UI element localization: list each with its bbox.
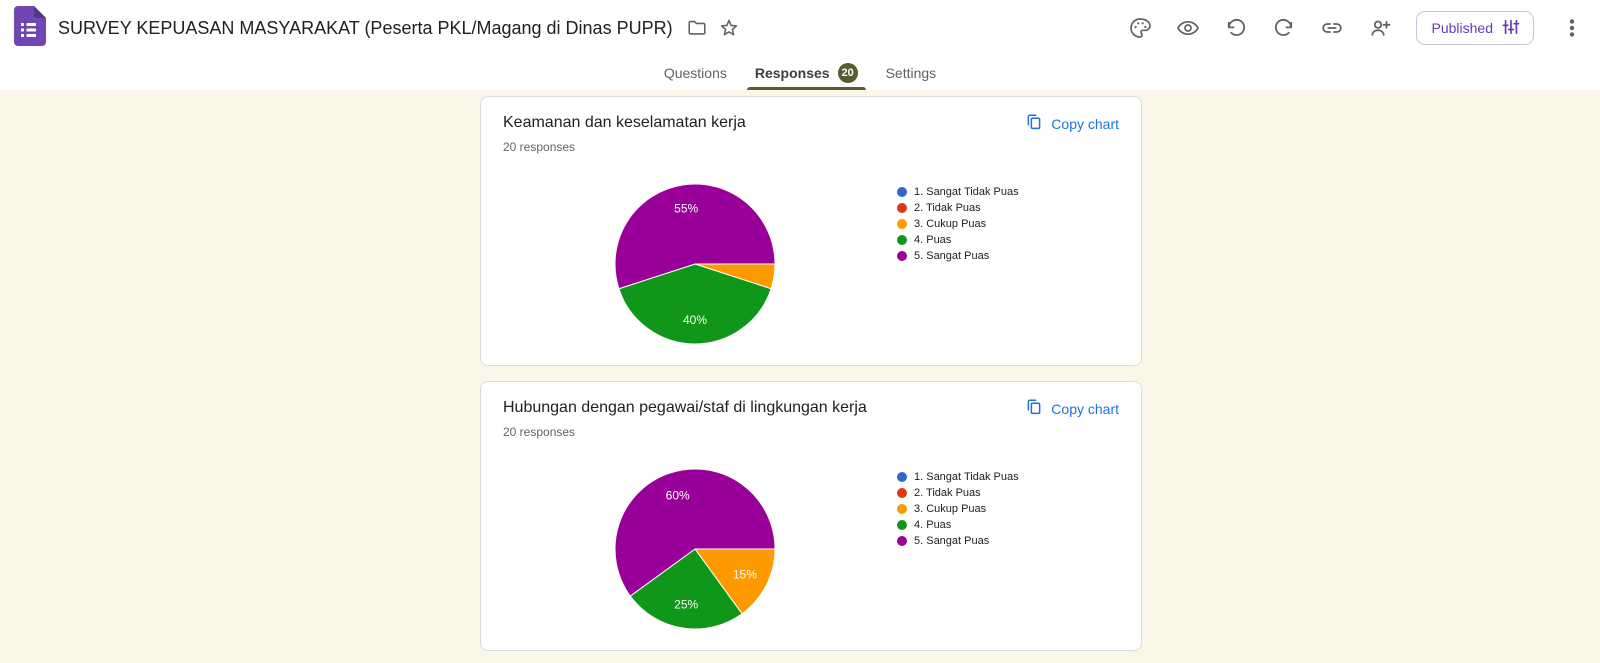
published-button[interactable]: Published — [1415, 11, 1534, 45]
tab-settings[interactable]: Settings — [872, 56, 951, 90]
legend-item: 5. Sangat Puas — [897, 533, 1019, 549]
legend-label: 2. Tidak Puas — [914, 487, 981, 499]
tab-bar: Questions Responses 20 Settings — [0, 56, 1600, 90]
legend-item: 3. Cukup Puas — [897, 216, 1019, 232]
tab-settings-label: Settings — [885, 65, 937, 81]
question-title: Hubungan dengan pegawai/staf di lingkung… — [503, 399, 867, 416]
legend-item: 4. Puas — [897, 517, 1019, 533]
legend-label: 3. Cukup Puas — [914, 218, 987, 230]
preview-eye-icon[interactable] — [1176, 16, 1200, 40]
legend-label: 4. Puas — [914, 519, 952, 531]
legend-label: 4. Puas — [914, 234, 952, 246]
legend-color-dot — [897, 187, 907, 197]
pie-slice-label: 55% — [674, 202, 698, 216]
pie-slice-label: 25% — [674, 597, 698, 611]
question-card: Keamanan dan keselamatan kerja Copy char… — [480, 96, 1142, 366]
published-label: Published — [1431, 20, 1494, 36]
legend-item: 1. Sangat Tidak Puas — [897, 184, 1019, 200]
legend-color-dot — [897, 536, 907, 546]
legend-label: 5. Sangat Puas — [914, 250, 990, 262]
copy-link-icon[interactable] — [1320, 16, 1344, 40]
legend-label: 1. Sangat Tidak Puas — [914, 471, 1019, 483]
chart-legend: 1. Sangat Tidak Puas 2. Tidak Puas 3. Cuku… — [897, 469, 1019, 549]
legend-color-dot — [897, 219, 907, 229]
legend-label: 2. Tidak Puas — [914, 202, 981, 214]
copy-icon — [1025, 398, 1043, 419]
tune-settings-icon — [1501, 17, 1521, 40]
legend-item: 2. Tidak Puas — [897, 200, 1019, 216]
legend-item: 5. Sangat Puas — [897, 248, 1019, 264]
legend-color-dot — [897, 504, 907, 514]
legend-item: 2. Tidak Puas — [897, 485, 1019, 501]
tab-responses-label: Responses — [754, 65, 830, 81]
copy-chart-label: Copy chart — [1051, 400, 1119, 417]
legend-label: 5. Sangat Puas — [914, 535, 990, 547]
pie-chart: 15% 25% 60% — [614, 468, 776, 630]
pie-slice-label: 15% — [733, 567, 757, 581]
responses-count-text: 20 responses — [503, 425, 576, 439]
responses-content: Keamanan dan keselamatan kerja Copy char… — [0, 90, 1600, 651]
copy-chart-button[interactable]: Copy chart — [1025, 398, 1119, 419]
customize-theme-palette-icon[interactable] — [1128, 16, 1152, 40]
redo-icon[interactable] — [1272, 16, 1296, 40]
responses-count-text: 20 responses — [503, 140, 576, 154]
legend-item: 1. Sangat Tidak Puas — [897, 469, 1019, 485]
copy-chart-button[interactable]: Copy chart — [1025, 113, 1119, 134]
pie-slice-label: 40% — [683, 313, 707, 327]
legend-color-dot — [897, 520, 907, 530]
legend-color-dot — [897, 203, 907, 213]
undo-icon[interactable] — [1224, 16, 1248, 40]
copy-chart-label: Copy chart — [1051, 115, 1119, 132]
legend-color-dot — [897, 472, 907, 482]
pie-chart: 40% 55% — [614, 183, 776, 345]
add-collaborator-icon[interactable] — [1368, 16, 1392, 40]
legend-color-dot — [897, 488, 907, 498]
legend-item: 4. Puas — [897, 232, 1019, 248]
chart-legend: 1. Sangat Tidak Puas 2. Tidak Puas 3. Cuku… — [897, 184, 1019, 264]
pie-slice-label: 60% — [666, 489, 690, 503]
responses-count-badge: 20 — [837, 63, 858, 83]
legend-item: 3. Cukup Puas — [897, 501, 1019, 517]
tab-responses[interactable]: Responses 20 — [741, 56, 872, 90]
question-title: Keamanan dan keselamatan kerja — [503, 114, 746, 131]
legend-label: 1. Sangat Tidak Puas — [914, 186, 1019, 198]
form-title[interactable]: SURVEY KEPUASAN MASYARAKAT (Peserta PKL/… — [58, 18, 673, 39]
copy-icon — [1025, 113, 1043, 134]
move-folder-icon[interactable] — [685, 16, 709, 40]
forms-logo-icon — [10, 5, 46, 51]
legend-color-dot — [897, 235, 907, 245]
tab-questions[interactable]: Questions — [650, 56, 741, 90]
tab-questions-label: Questions — [663, 65, 727, 81]
question-card: Hubungan dengan pegawai/staf di lingkung… — [480, 381, 1142, 651]
more-options-icon[interactable] — [1560, 16, 1584, 40]
legend-color-dot — [897, 251, 907, 261]
star-icon[interactable] — [717, 16, 741, 40]
legend-label: 3. Cukup Puas — [914, 503, 987, 515]
app-bar: SURVEY KEPUASAN MASYARAKAT (Peserta PKL/… — [0, 0, 1600, 56]
